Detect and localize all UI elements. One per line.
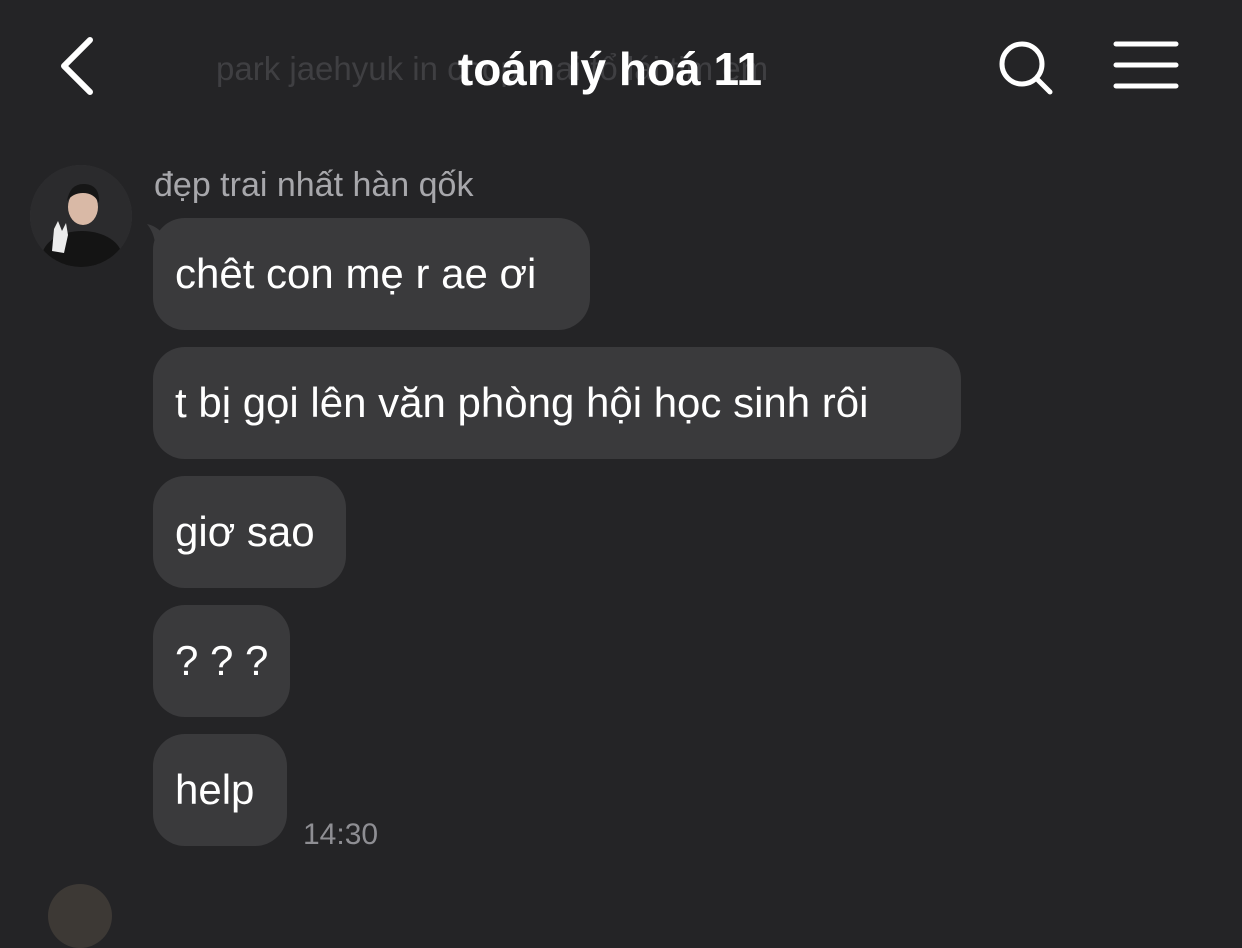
back-button[interactable] <box>50 30 110 100</box>
next-sender-avatar[interactable] <box>48 884 112 948</box>
chat-header: park jaehyuk in chop mai tổ lái tim em t… <box>0 0 1242 140</box>
chevron-left-icon <box>61 37 93 95</box>
message-bubble[interactable]: t bị gọi lên văn phòng hội học sinh rôi <box>153 347 961 459</box>
sender-name: đẹp trai nhất hàn qốk <box>154 166 474 204</box>
search-icon <box>999 41 1053 95</box>
sender-avatar[interactable] <box>30 165 132 267</box>
hamburger-menu-icon <box>1113 41 1179 89</box>
message-bubble[interactable]: ? ? ? <box>153 605 290 717</box>
menu-button[interactable] <box>1110 36 1182 96</box>
message-bubble[interactable]: help <box>153 734 287 846</box>
title-area: park jaehyuk in chop mai tổ lái tim em t… <box>200 36 1020 106</box>
avatar-photo <box>30 165 132 267</box>
search-button[interactable] <box>990 32 1060 102</box>
message-bubble[interactable]: chêt con mẹ r ae ơi <box>153 218 590 330</box>
message-timestamp: 14:30 <box>303 818 379 851</box>
chat-title[interactable]: toán lý hoá 11 <box>200 36 1020 102</box>
message-bubble[interactable]: giơ sao <box>153 476 346 588</box>
